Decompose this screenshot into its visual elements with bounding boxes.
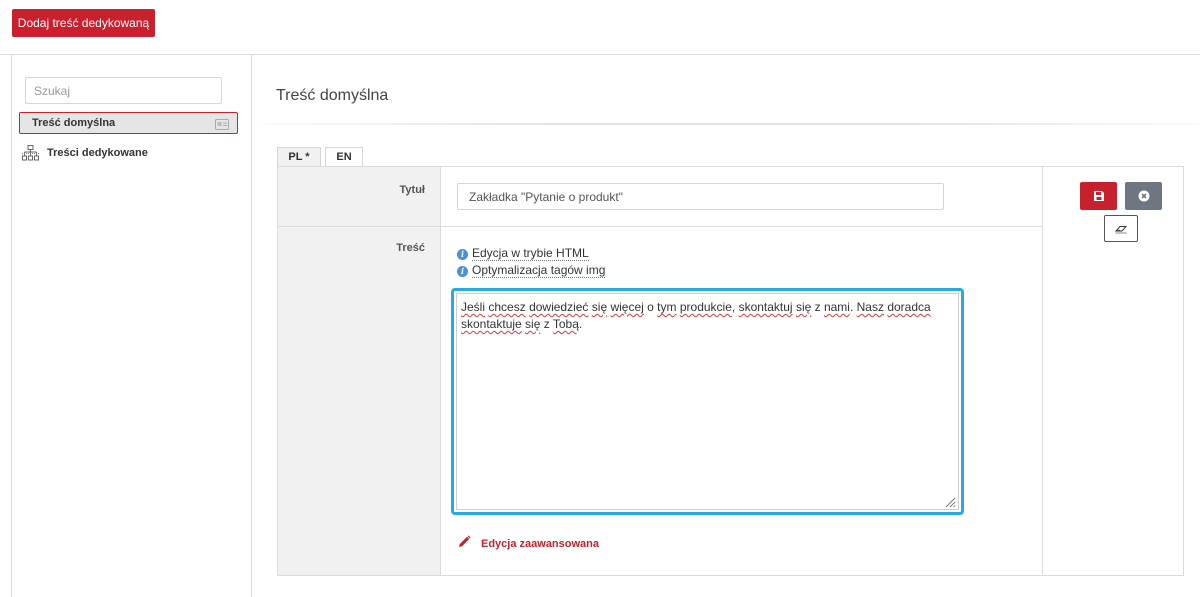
add-dedicated-content-button[interactable]: Dodaj treść dedykowaną [12,9,155,37]
info-icon: i [457,249,468,260]
option-label: Edycja w trybie HTML [472,246,589,261]
erase-button[interactable] [1104,215,1138,242]
card-icon [215,117,229,130]
title-label: Tytuł [399,184,425,196]
misspelled-word: Jeśli [461,300,486,314]
img-optimization-option[interactable]: i Optymalizacja tagów img [457,263,606,278]
misspelled-word: się [795,300,812,314]
content-editor[interactable]: Jeśli chcesz dowiedzieć się więcej o tym… [456,293,959,510]
advanced-edit-label: Edycja zaawansowana [481,538,599,550]
html-mode-option[interactable]: i Edycja w trybie HTML [457,246,589,261]
row-divider [278,226,1042,227]
save-button[interactable] [1080,182,1117,210]
misspelled-word: skontaktuj [738,300,793,314]
title-divider [262,123,1200,125]
label-column: Tytuł Treść [278,167,441,575]
misspelled-word: doradca [887,300,931,314]
search-input[interactable] [25,77,222,104]
page-title: Treść domyślna [276,87,389,104]
sidebar-item-default-content[interactable]: Treść domyślna [19,112,238,134]
info-icon: i [457,266,468,277]
option-label: Optymalizacja tagów img [472,263,606,278]
misspelled-word: chcesz [488,300,526,314]
editor-text: Jeśli chcesz dowiedzieć się więcej o tym… [461,300,931,331]
content-form: Tytuł Treść i Edycja w trybie HTML i Optym… [277,166,1184,576]
close-button[interactable] [1125,182,1162,210]
tab-en[interactable]: EN [325,147,363,167]
sidebar: Treść domyślna [11,55,252,597]
misspelled-word: się [525,317,541,331]
misspelled-word: skontaktuje [461,317,522,331]
action-column [1042,167,1183,575]
misspelled-word: Nasz [856,300,884,314]
sitemap-icon [22,145,39,161]
tab-pl[interactable]: PL * [277,147,321,167]
misspelled-word: więcej [610,300,644,314]
title-field[interactable] [457,183,944,210]
misspelled-word: się [591,300,608,314]
misspelled-word: produkcie [679,300,732,314]
misspelled-word: nami [823,300,850,314]
misspelled-word: dowiedzieć [529,300,589,314]
pencil-icon [457,535,471,549]
misspelled-word: Tobą [552,317,579,331]
sidebar-item-label: Treść domyślna [32,117,116,129]
content-label: Treść [396,242,425,254]
misspelled-word: tym [657,300,677,314]
resize-handle-icon[interactable] [944,495,956,508]
content-editor-focus-ring: Jeśli chcesz dowiedzieć się więcej o tym… [451,288,964,515]
sidebar-item-label: Treści dedykowane [47,147,148,159]
